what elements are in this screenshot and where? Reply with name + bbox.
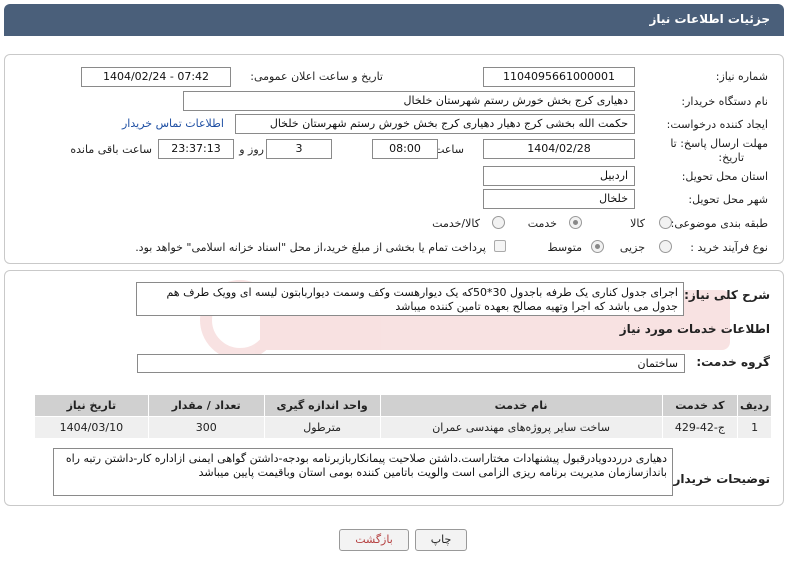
cell-quantity: 300	[147, 416, 265, 439]
col-service-name: نام خدمت	[379, 394, 663, 417]
service-group-label: گروه خدمت:	[696, 355, 770, 369]
province-field[interactable]: اردبیل	[483, 166, 635, 186]
buyer-notes-label: توضیحات خریدار:	[668, 472, 770, 486]
services-table: ردیف کد خدمت نام خدمت واحد اندازه گیری ت…	[34, 394, 772, 439]
remaining-time-field[interactable]: 23:37:13	[158, 139, 234, 159]
page-title: جزئیات اطلاعات نیاز	[649, 12, 770, 26]
remaining-time-label: ساعت باقی مانده	[70, 143, 152, 156]
days-field[interactable]: 3	[266, 139, 332, 159]
description-textarea[interactable]: اجرای جدول کناری یک طرفه باجدول 30*50که …	[136, 282, 684, 316]
announce-field[interactable]: 1404/02/24 - 07:42	[81, 67, 231, 87]
need-number-field[interactable]: 1104095661000001	[483, 67, 635, 87]
province-label: استان محل تحویل:	[681, 170, 768, 183]
cell-row-number: 1	[737, 416, 772, 439]
buyer-notes-textarea[interactable]: دهیاری دررددویادرقبول پیشنهادات مختاراست…	[53, 448, 673, 496]
announce-label: تاریخ و ساعت اعلان عمومی:	[250, 70, 383, 83]
days-label: روز و	[239, 143, 264, 156]
need-number-label: شماره نیاز:	[715, 70, 768, 83]
category-option-both: کالا/خدمت	[432, 217, 480, 230]
back-button[interactable]: بازگشت	[339, 529, 409, 551]
buyer-org-label: نام دستگاه خریدار:	[681, 95, 768, 108]
creator-label: ایجاد کننده درخواست:	[666, 118, 768, 131]
process-option-medium: متوسط	[547, 241, 582, 254]
creator-field[interactable]: حکمت الله بخشی کرج دهیار دهیاری کرج بخش …	[235, 114, 635, 134]
services-section-title: اطلاعات خدمات مورد نیاز	[619, 322, 770, 336]
cell-service-code: ج-42-429	[661, 416, 739, 439]
col-unit: واحد اندازه گیری	[263, 394, 381, 417]
category-radio-goods[interactable]	[659, 216, 672, 229]
service-group-field[interactable]: ساختمان	[137, 354, 685, 373]
deadline-time-field[interactable]: 08:00	[372, 139, 438, 159]
city-field[interactable]: خلخال	[483, 189, 635, 209]
process-radio-minor[interactable]	[659, 240, 672, 253]
description-label: شرح کلی نیاز:	[684, 288, 770, 302]
deadline-label-line2: تاریخ:	[718, 151, 744, 164]
services-table-header: ردیف کد خدمت نام خدمت واحد اندازه گیری ت…	[34, 394, 772, 417]
treasury-checkbox[interactable]	[494, 240, 506, 252]
category-radio-both[interactable]	[492, 216, 505, 229]
city-label: شهر محل تحویل:	[688, 193, 768, 206]
cell-unit: مترطول	[263, 416, 381, 439]
col-need-date: تاریخ نیاز	[34, 394, 149, 417]
process-option-minor: جزیی	[619, 241, 645, 254]
cell-need-date: 1404/03/10	[34, 416, 149, 439]
deadline-time-label: ساعت	[434, 143, 464, 156]
process-label: نوع فرآیند خرید :	[690, 241, 768, 254]
category-option-goods: کالا	[630, 217, 645, 230]
print-button[interactable]: چاپ	[415, 529, 467, 551]
cell-service-name: ساخت سایر پروژه‌های مهندسی عمران	[379, 416, 663, 439]
process-radio-medium[interactable]	[591, 240, 604, 253]
category-label: طبقه بندی موضوعی:	[670, 217, 768, 230]
deadline-date-field[interactable]: 1404/02/28	[483, 139, 635, 159]
treasury-payment-note: پرداخت تمام یا بخشی از مبلغ خرید،از محل …	[135, 241, 486, 254]
table-row[interactable]: 1 ج-42-429 ساخت سایر پروژه‌های مهندسی عم…	[34, 416, 772, 439]
buyer-org-field[interactable]: دهیاری کرج بخش خورش رستم شهرستان خلخال	[183, 91, 635, 111]
category-option-service: خدمت	[527, 217, 557, 230]
category-radio-service[interactable]	[569, 216, 582, 229]
col-row-number: ردیف	[737, 394, 772, 417]
deadline-label-line1: مهلت ارسال پاسخ: تا	[670, 137, 768, 150]
page-header: جزئیات اطلاعات نیاز	[4, 4, 784, 36]
contact-info-link[interactable]: اطلاعات تماس خریدار	[122, 117, 224, 130]
col-quantity: تعداد / مقدار	[147, 394, 265, 417]
col-service-code: کد خدمت	[661, 394, 739, 417]
